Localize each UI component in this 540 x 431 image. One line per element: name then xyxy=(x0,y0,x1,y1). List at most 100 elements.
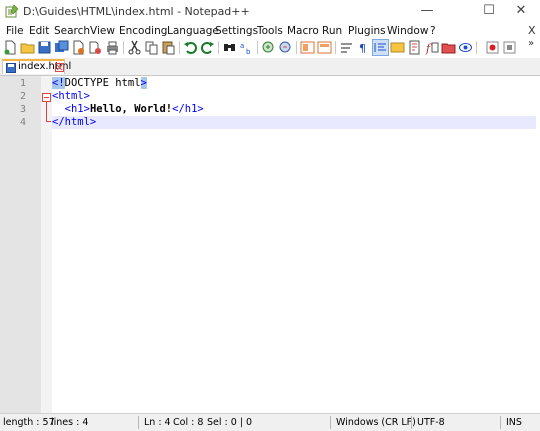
toolbar-separator xyxy=(218,41,219,54)
code-line-3[interactable]: <h1>Hello, World!</h1> xyxy=(52,103,536,116)
find-icon[interactable] xyxy=(222,40,237,55)
fold-collapse-icon[interactable] xyxy=(42,93,51,102)
code-line-4-current[interactable]: </html> xyxy=(52,116,536,129)
sync-vertical-icon[interactable] xyxy=(300,40,315,55)
toolbar-separator xyxy=(123,41,124,54)
saved-file-icon xyxy=(6,63,16,73)
menu-file[interactable]: File xyxy=(6,24,24,38)
toolbar-separator xyxy=(476,41,477,54)
status-separator xyxy=(330,416,331,429)
menu-encoding[interactable]: Encoding xyxy=(119,24,167,38)
menu-search[interactable]: Search xyxy=(54,24,90,38)
close-document-button[interactable]: X xyxy=(528,24,536,38)
menu-help[interactable]: ? xyxy=(430,24,436,38)
code-token: </html> xyxy=(52,116,97,128)
doc-map-icon[interactable] xyxy=(407,40,422,55)
zoom-out-icon[interactable] xyxy=(278,40,293,55)
open-file-icon[interactable] xyxy=(20,40,35,55)
redo-icon[interactable] xyxy=(200,40,215,55)
fold-end-marker xyxy=(46,121,51,122)
status-selection: Sel : 0 | 0 xyxy=(207,417,253,428)
zoom-in-icon[interactable] xyxy=(261,40,276,55)
status-insert-mode[interactable]: INS xyxy=(506,417,522,428)
status-bar: length : 57 lines : 4 Ln : 4 Col : 8 Sel… xyxy=(0,413,540,431)
title-bar: D:\Guides\HTML\index.html - Notepad++ — … xyxy=(0,0,540,24)
show-all-chars-icon[interactable]: ¶ xyxy=(356,40,371,55)
close-window-button[interactable]: ✕ xyxy=(498,0,540,24)
status-line-number: Ln : 4 xyxy=(144,417,171,428)
toolbar: ab ¶ f » xyxy=(0,38,540,58)
fold-margin xyxy=(41,76,52,413)
menu-plugins[interactable]: Plugins xyxy=(348,24,386,38)
sync-horizontal-icon[interactable] xyxy=(317,40,332,55)
define-language-icon[interactable] xyxy=(390,40,405,55)
word-wrap-icon[interactable] xyxy=(339,40,354,55)
line-number: 1 xyxy=(19,78,26,89)
paste-icon[interactable] xyxy=(161,40,176,55)
print-icon[interactable] xyxy=(105,40,120,55)
svg-text:b: b xyxy=(246,48,251,55)
code-line-2[interactable]: <html> xyxy=(52,90,536,103)
status-column: Col : 8 xyxy=(173,417,204,428)
svg-text:f: f xyxy=(425,42,432,55)
indent-guide-icon[interactable] xyxy=(372,39,389,56)
code-token: Hello, World! xyxy=(89,103,173,115)
code-token: </h1> xyxy=(172,103,204,115)
code-token: DOCTYPE html xyxy=(64,77,141,89)
status-eol-format[interactable]: Windows (CR LF) xyxy=(336,417,416,428)
code-token: <html> xyxy=(52,90,90,102)
menu-tools[interactable]: Tools xyxy=(257,24,283,38)
menu-view[interactable]: View xyxy=(90,24,115,38)
status-lines: lines : 4 xyxy=(51,417,89,428)
line-number: 3 xyxy=(19,104,26,115)
cut-icon[interactable] xyxy=(127,40,142,55)
status-separator xyxy=(500,416,501,429)
toolbar-overflow-button[interactable]: » xyxy=(528,38,534,49)
svg-text:¶: ¶ xyxy=(359,42,366,55)
line-number-gutter: 1 2 3 4 xyxy=(0,76,41,413)
menu-edit[interactable]: Edit xyxy=(29,24,49,38)
toolbar-separator xyxy=(296,41,297,54)
folder-as-workspace-icon[interactable] xyxy=(441,40,456,55)
notepadpp-app-icon xyxy=(5,4,19,18)
code-token: <! xyxy=(52,77,65,89)
record-macro-icon[interactable] xyxy=(485,40,500,55)
close-all-icon[interactable] xyxy=(88,40,103,55)
save-icon[interactable] xyxy=(37,40,52,55)
copy-icon[interactable] xyxy=(144,40,159,55)
close-file-icon[interactable] xyxy=(71,40,86,55)
svg-text:a: a xyxy=(240,42,244,50)
save-all-icon[interactable] xyxy=(54,40,69,55)
menu-macro[interactable]: Macro xyxy=(287,24,319,38)
tab-close-icon[interactable] xyxy=(55,63,64,72)
menu-window[interactable]: Window xyxy=(387,24,428,38)
menu-settings[interactable]: Settings xyxy=(215,24,258,38)
status-separator xyxy=(411,416,412,429)
code-line-1[interactable]: <!DOCTYPE html> xyxy=(52,77,536,90)
menu-bar: File Edit Search View Encoding Language … xyxy=(0,24,540,38)
line-number: 4 xyxy=(19,117,26,128)
menu-run[interactable]: Run xyxy=(322,24,342,38)
monitoring-icon[interactable] xyxy=(458,40,473,55)
editor[interactable]: 1 2 3 4 <!DOCTYPE html> <html> <h1>Hello… xyxy=(0,76,540,413)
toolbar-separator xyxy=(335,41,336,54)
function-list-icon[interactable]: f xyxy=(424,40,439,55)
stop-macro-icon[interactable] xyxy=(502,40,517,55)
toolbar-separator xyxy=(257,41,258,54)
status-length: length : 57 xyxy=(3,417,55,428)
tab-strip: index.html xyxy=(0,58,540,76)
new-file-icon[interactable] xyxy=(3,40,18,55)
window-title: D:\Guides\HTML\index.html - Notepad++ xyxy=(23,5,250,18)
code-token: > xyxy=(140,77,147,89)
toolbar-separator xyxy=(179,41,180,54)
undo-icon[interactable] xyxy=(183,40,198,55)
fold-guide-line xyxy=(46,102,47,122)
minimize-button[interactable]: — xyxy=(404,0,450,24)
replace-icon[interactable]: ab xyxy=(239,40,254,55)
status-separator xyxy=(138,416,139,429)
status-encoding[interactable]: UTF-8 xyxy=(417,417,445,428)
tab-index-html[interactable]: index.html xyxy=(2,59,71,74)
menu-language[interactable]: Language xyxy=(167,24,219,38)
line-number: 2 xyxy=(19,91,26,102)
